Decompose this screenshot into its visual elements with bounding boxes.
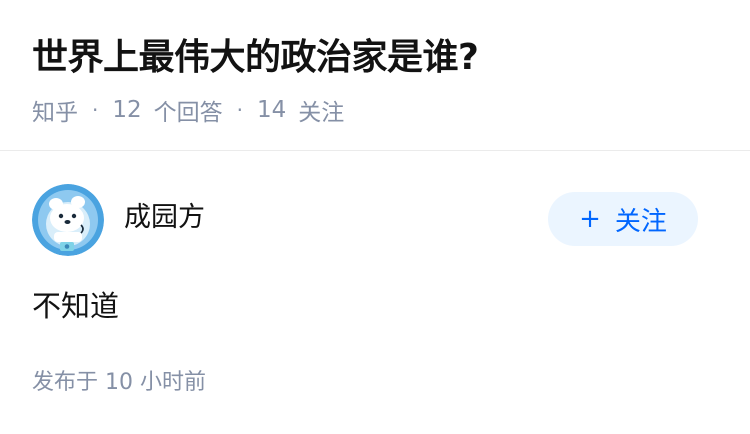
answer-timestamp: 发布于 10 小时前	[32, 370, 206, 395]
follow-button-label: 关注	[614, 206, 667, 237]
avatar-bear-icon	[32, 184, 104, 256]
author-name[interactable]: 成园方	[124, 200, 205, 236]
answer-count: 12	[112, 97, 142, 123]
answer-count-label[interactable]: 个回答	[154, 93, 223, 127]
plus-icon: +	[579, 204, 601, 234]
follow-count-label: 关注	[298, 100, 345, 126]
author-avatar[interactable]	[32, 184, 104, 256]
follow-author-button[interactable]: + 关注	[548, 192, 698, 246]
question-title[interactable]: 世界上最伟大的政治家是谁?	[32, 34, 479, 82]
follow-count: 14	[257, 97, 287, 123]
meta-separator-2: ·	[236, 98, 243, 122]
source-label[interactable]: 知乎	[32, 93, 78, 127]
question-meta: 知乎 · 12 个回答 · 14 关注	[32, 92, 344, 128]
answer-content[interactable]: 不知道	[32, 286, 119, 326]
meta-separator: ·	[92, 98, 99, 122]
answer-author-row: 成园方 + 关注	[32, 184, 698, 256]
question-header: 世界上最伟大的政治家是谁? 知乎 · 12 个回答 · 14 关注	[0, 0, 750, 151]
